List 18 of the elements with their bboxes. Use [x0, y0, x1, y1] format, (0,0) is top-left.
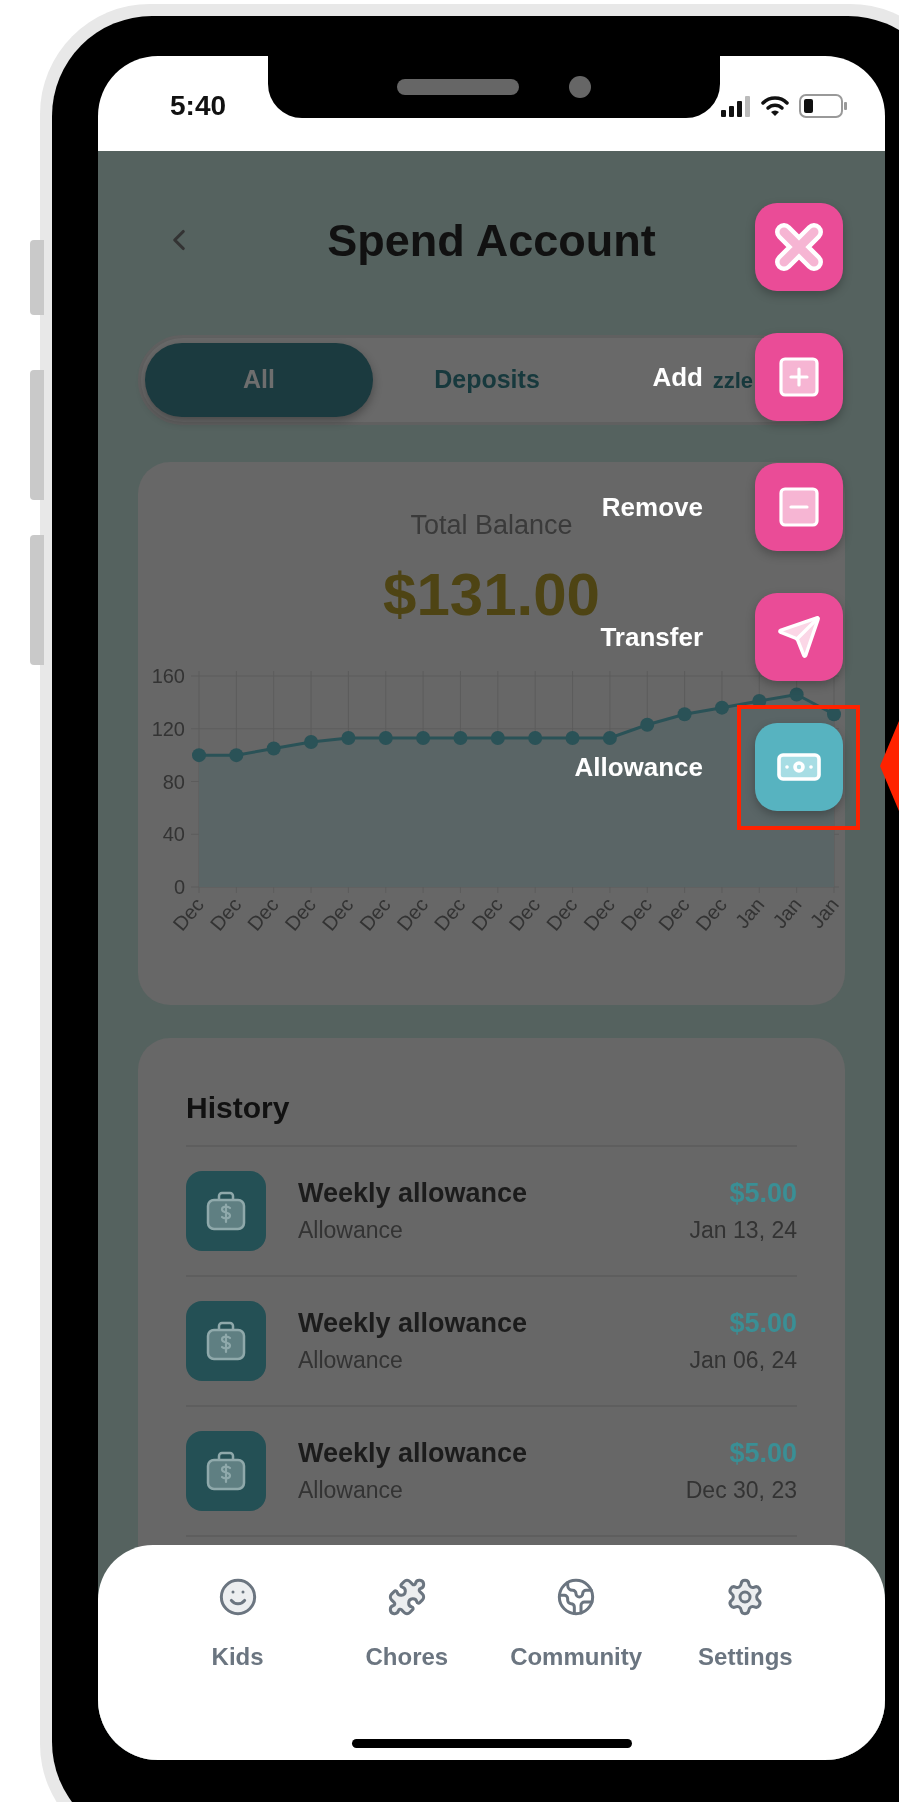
page-title: Spend Account: [327, 217, 656, 263]
action-label: Remove: [601, 494, 703, 520]
nav-item[interactable]: Community: [491, 1577, 661, 1669]
status-time: 5:40: [170, 91, 227, 120]
action-label: Add: [652, 364, 703, 390]
filter-tab[interactable]: Deposits: [373, 343, 601, 417]
history-item-title: Weekly allowance: [298, 1180, 529, 1207]
history-title: History: [186, 1093, 797, 1147]
action-label: Allowance: [574, 754, 703, 780]
nav-item[interactable]: Chores: [322, 1577, 492, 1669]
action-label: Transfer: [600, 624, 703, 650]
filter-tab[interactable]: zzle: [712, 360, 753, 400]
balance-amount: $131.00: [383, 565, 600, 625]
filter-tab[interactable]: All: [145, 343, 373, 417]
nav-item[interactable]: Kids: [153, 1577, 323, 1669]
history-item-title: Weekly allowance: [298, 1310, 529, 1337]
nav-item[interactable]: Settings: [660, 1577, 830, 1669]
history-item-title: Weekly allowance: [298, 1440, 529, 1467]
